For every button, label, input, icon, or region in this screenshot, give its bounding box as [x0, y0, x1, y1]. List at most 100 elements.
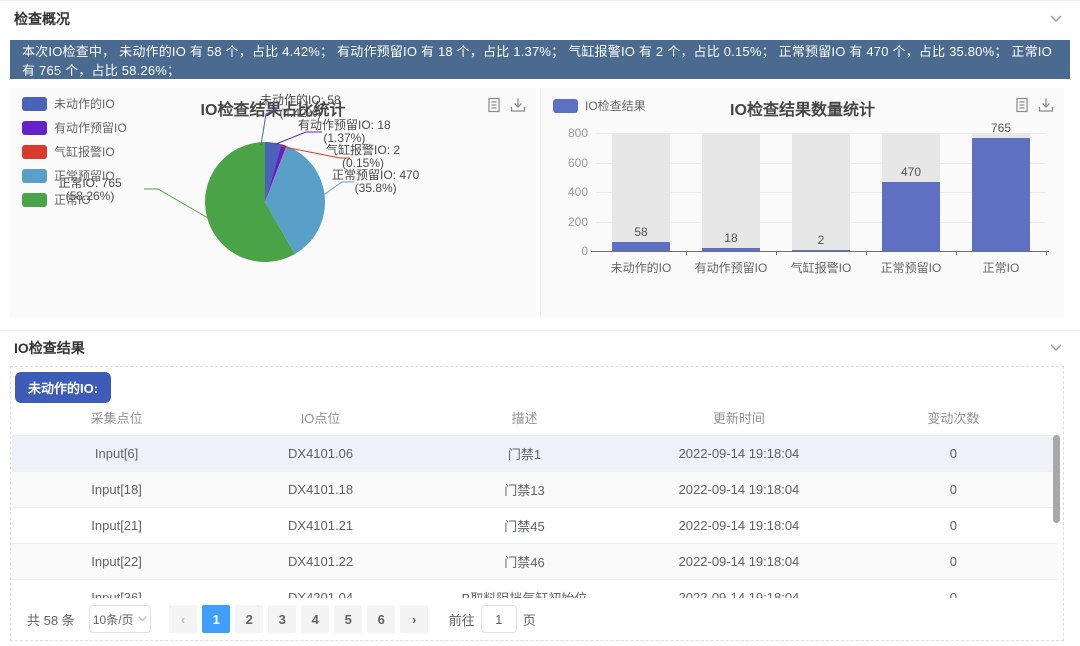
total-count: 共 58 条: [27, 610, 75, 629]
data-view-icon[interactable]: [1014, 97, 1030, 113]
chevron-down-icon: [138, 616, 147, 622]
category-badge[interactable]: 未动作的IO:: [15, 372, 111, 403]
y-axis-tick: 800: [548, 126, 588, 140]
x-axis-label: 正常IO: [956, 259, 1046, 276]
bar-value-label: 470: [866, 165, 956, 179]
legend-item[interactable]: 正常预留IO: [22, 167, 127, 184]
prev-page-button[interactable]: ‹: [169, 605, 197, 633]
bar-value-label: 765: [956, 121, 1046, 135]
legend-label: 未动作的IO: [54, 95, 115, 112]
y-axis-tick: 0: [548, 244, 588, 258]
table-row: Input[6]DX4101.06门禁12022-09-14 19:18:040: [12, 436, 1058, 472]
table-cell: Input[22]: [12, 554, 221, 569]
bar-band: 18有动作预留IO: [686, 133, 776, 251]
legend-item[interactable]: 有动作预留IO: [22, 119, 127, 136]
table-row: Input[18]DX4101.18门禁132022-09-14 19:18:0…: [12, 472, 1058, 508]
next-page-button[interactable]: ›: [400, 605, 428, 633]
page-button-4[interactable]: 4: [301, 605, 329, 633]
table-body: Input[6]DX4101.06门禁12022-09-14 19:18:040…: [12, 436, 1058, 616]
table-cell: DX4101.06: [221, 446, 420, 461]
overview-collapse-header[interactable]: 检查概况: [0, 1, 1080, 37]
x-axis-tick: [686, 251, 687, 255]
bar-band: 58未动作的IO: [596, 133, 686, 251]
bar: [882, 182, 940, 251]
y-axis-tick: 400: [548, 185, 588, 199]
pie-legend: 未动作的IO 有动作预留IO 气缸报警IO 正常预留IO 正常IO: [22, 95, 127, 208]
table-cell: DX4101.21: [221, 518, 420, 533]
table-cell: DX4101.22: [221, 554, 420, 569]
chevron-down-icon[interactable]: [1050, 344, 1062, 352]
table-row: Input[21]DX4101.21门禁452022-09-14 19:18:0…: [12, 508, 1058, 544]
bar-chart-card: IO检查结果 IO检查结果数量统计 020040060080058未动作的IO1…: [540, 88, 1064, 317]
table-row: Input[22]DX4101.22门禁462022-09-14 19:18:0…: [12, 544, 1058, 580]
legend-swatch: [22, 97, 47, 111]
table-cell: Input[18]: [12, 482, 221, 497]
column-header: 描述: [420, 408, 629, 427]
x-axis-line: [591, 251, 1049, 252]
pie-label: 未动作的IO: 58(4.42%): [260, 94, 341, 120]
y-axis-tick: 600: [548, 156, 588, 170]
table-cell: 门禁45: [420, 516, 629, 535]
download-icon[interactable]: [1038, 97, 1054, 113]
legend-label: 有动作预留IO: [54, 119, 127, 136]
table-cell: 门禁46: [420, 552, 629, 571]
legend-label: IO检查结果: [585, 97, 646, 114]
page-unit-label: 页: [523, 610, 536, 629]
page-button-1[interactable]: 1: [202, 605, 230, 633]
legend-swatch: [22, 145, 47, 159]
bar: [972, 138, 1030, 251]
legend-item[interactable]: 未动作的IO: [22, 95, 127, 112]
results-collapse-header[interactable]: IO检查结果: [0, 330, 1080, 366]
page-button-6[interactable]: 6: [367, 605, 395, 633]
page: 检查概况 本次IO检查中， 未动作的IO 有 58 个，占比 4.42%； 有动…: [0, 0, 1080, 646]
table-cell: 2022-09-14 19:18:04: [629, 446, 849, 461]
summary-banner: 本次IO检查中， 未动作的IO 有 58 个，占比 4.42%； 有动作预留IO…: [10, 40, 1070, 79]
page-size-select[interactable]: 10条/页: [89, 605, 151, 633]
chevron-down-icon[interactable]: [1050, 15, 1062, 23]
x-axis-label: 气缸报警IO: [776, 259, 866, 276]
y-axis-tick: 200: [548, 215, 588, 229]
page-button-5[interactable]: 5: [334, 605, 362, 633]
goto-page-input[interactable]: [481, 605, 517, 633]
table-cell: DX4101.18: [221, 482, 420, 497]
overview-title: 检查概况: [14, 9, 70, 29]
table-cell: 2022-09-14 19:18:04: [629, 482, 849, 497]
page-button-2[interactable]: 2: [235, 605, 263, 633]
column-header: 变动次数: [849, 408, 1058, 427]
goto-label: 前往: [449, 610, 475, 629]
table-cell: 0: [849, 518, 1058, 533]
table-cell: 门禁1: [420, 444, 629, 463]
legend-item[interactable]: 气缸报警IO: [22, 143, 127, 160]
column-header: 采集点位: [12, 408, 221, 427]
table-cell: 0: [849, 554, 1058, 569]
pie-label: 气缸报警IO: 2(0.15%): [326, 144, 400, 170]
bar-value-label: 58: [596, 225, 686, 239]
legend-item[interactable]: 正常IO: [22, 191, 127, 208]
bar: [702, 248, 760, 251]
pagination-bar: 共 58 条 10条/页 ‹ 123456› 前往 页: [11, 598, 1063, 640]
x-axis-tick: [1046, 251, 1047, 255]
legend-label: 气缸报警IO: [54, 143, 115, 160]
x-axis-tick: [776, 251, 777, 255]
bar: [612, 242, 670, 251]
bar-band: 470正常预留IO: [866, 133, 956, 251]
io-results-table: 采集点位IO点位描述更新时间变动次数 Input[6]DX4101.06门禁12…: [12, 400, 1058, 616]
table-cell: 2022-09-14 19:18:04: [629, 554, 849, 569]
table-cell: 2022-09-14 19:18:04: [629, 518, 849, 533]
page-button-3[interactable]: 3: [268, 605, 296, 633]
bar-legend[interactable]: IO检查结果: [553, 97, 646, 114]
x-axis-tick: [956, 251, 957, 255]
legend-swatch: [22, 169, 47, 183]
bar-value-label: 18: [686, 231, 776, 245]
bar-chart: 020040060080058未动作的IO18有动作预留IO2气缸报警IO470…: [596, 133, 1046, 251]
pie-label: 有动作预留IO: 18(1.37%): [298, 119, 391, 145]
bar-band: 765正常IO: [956, 133, 1046, 251]
results-content: 未动作的IO: 采集点位IO点位描述更新时间变动次数 Input[6]DX410…: [10, 366, 1064, 641]
legend-label: 正常预留IO: [54, 167, 115, 184]
x-axis-tick: [866, 251, 867, 255]
vertical-scrollbar[interactable]: [1053, 435, 1060, 523]
table-cell: 0: [849, 446, 1058, 461]
table-cell: 0: [849, 482, 1058, 497]
bar-value-label: 2: [776, 233, 866, 247]
column-header: IO点位: [221, 408, 420, 427]
